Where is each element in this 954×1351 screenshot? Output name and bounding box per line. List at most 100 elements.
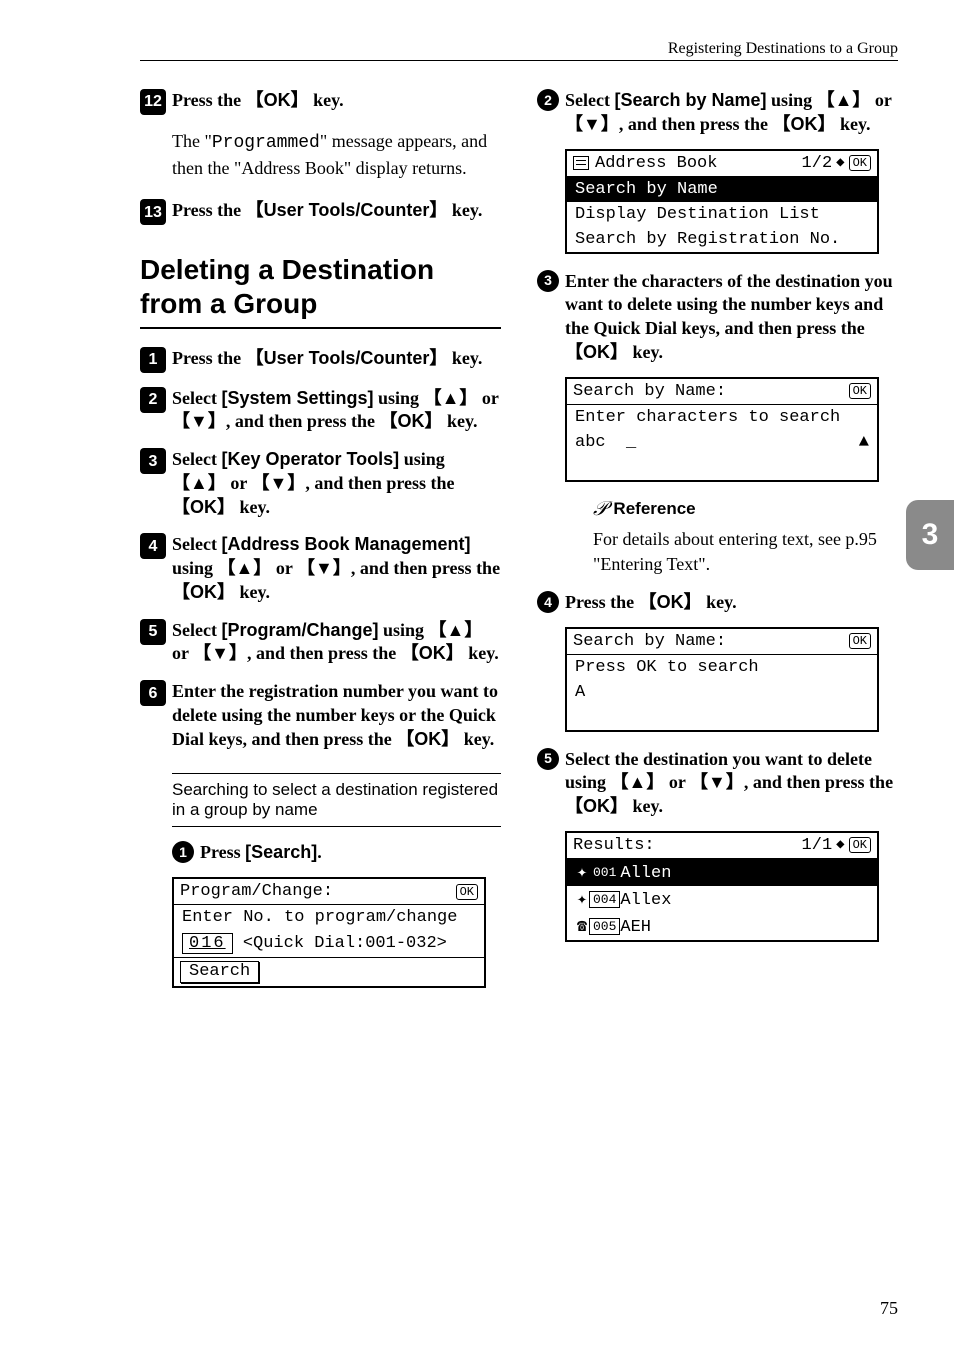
substep-1-text: Press [Search]. (200, 841, 501, 865)
step-4-text: Select [Address Book Management] using 【… (172, 533, 501, 604)
phone-icon: ☎ (575, 916, 589, 937)
lcd-ok-indicator: OK (849, 633, 871, 649)
key-down: ▼ (315, 558, 333, 578)
substep-3-text: Enter the characters of the destination … (565, 270, 898, 365)
lcd-line-2: Press OK to search (567, 655, 877, 680)
lcd-ok-indicator: OK (456, 884, 478, 900)
lcd-header: Address Book 1/2 ◆ OK (567, 151, 877, 177)
t: or (172, 643, 193, 663)
step-6-text: Enter the registration number you want t… (172, 680, 501, 751)
label: [Search] (245, 842, 317, 862)
substep-number-1: 1 (172, 841, 194, 863)
updown-icon: ◆ (836, 838, 844, 852)
t: key. (459, 729, 494, 749)
lcd-value: A (567, 680, 877, 705)
t: Select (565, 90, 614, 110)
substep-3: 3 Enter the characters of the destinatio… (537, 270, 898, 365)
step-number-6: 6 (140, 680, 166, 706)
columns: 12 Press the 【OK】 key. The "Programmed" … (140, 89, 898, 1004)
t: key. (447, 348, 482, 368)
step-5-text: Select [Program/Change] using 【▲】 or 【▼】… (172, 619, 501, 667)
reference-icon: 𝒫 (593, 498, 607, 521)
section-rule (140, 327, 501, 329)
key-ok: OK (264, 90, 291, 110)
t: , and then press the (226, 411, 380, 431)
key-ok: OK (398, 411, 425, 431)
updown-icon: ◆ (836, 156, 844, 170)
result-id: 001 (589, 864, 620, 881)
lcd-ok-indicator: OK (849, 155, 871, 171)
lcd-address-book: Address Book 1/2 ◆ OK Search by Name Dis… (565, 149, 879, 254)
lcd-row[interactable]: Display Destination List (567, 202, 877, 227)
t: key. (464, 643, 499, 663)
lcd-result-row-selected[interactable]: ✦001Allen (567, 859, 877, 886)
t: key. (309, 90, 344, 110)
lcd-row[interactable]: Search by Registration No. (567, 227, 877, 252)
list-icon (573, 156, 589, 170)
t: Press the (172, 200, 246, 220)
t: using (172, 558, 218, 578)
lcd-input-mode: abc (575, 433, 606, 452)
t: or (870, 90, 891, 110)
lcd-result-row[interactable]: ☎005AEH (567, 913, 877, 940)
person-icon: ✦ (575, 889, 589, 910)
lcd-row-selected[interactable]: Search by Name (567, 177, 877, 202)
t: Select (172, 449, 221, 469)
t: Select (172, 388, 221, 408)
key-ok: OK (583, 342, 610, 362)
step-number-12: 12 (140, 89, 166, 115)
substep-number-4: 4 (537, 591, 559, 613)
lcd-input-row: abc _ ▲ (567, 430, 877, 455)
t: the (476, 558, 500, 578)
step-3: 3 Select [Key Operator Tools] using 【▲】 … (140, 448, 501, 519)
label: [Program/Change] (221, 620, 378, 640)
t: , and then press the (305, 473, 454, 493)
person-icon: ✦ (575, 862, 589, 883)
label: [Search by Name] (614, 90, 766, 110)
key-ok: OK (190, 497, 217, 517)
result-name: AEH (620, 918, 651, 937)
t: . (317, 842, 322, 862)
key-down: ▼ (583, 114, 601, 134)
key-up: ▲ (447, 620, 465, 640)
lcd-input-value: 016 (182, 933, 233, 954)
chapter-tab: 3 (906, 500, 954, 570)
step-3-text: Select [Key Operator Tools] using 【▲】 or… (172, 448, 501, 519)
t: The " (172, 131, 212, 151)
t: or (226, 473, 252, 493)
key-usertools: User Tools/Counter (264, 348, 430, 368)
t: key. (702, 592, 737, 612)
key-down: ▼ (190, 411, 208, 431)
step-number-4: 4 (140, 533, 166, 559)
lcd-search-button[interactable]: Search (180, 961, 259, 983)
lcd-line-2: Enter No. to program/change (174, 905, 484, 930)
step-6: 6 Enter the registration number you want… (140, 680, 501, 751)
t: , and then press the (619, 114, 773, 134)
step-4: 4 Select [Address Book Management] using… (140, 533, 501, 604)
t: using (379, 620, 429, 640)
key-up: ▲ (236, 558, 254, 578)
substep-5-text: Select the destination you want to delet… (565, 748, 898, 819)
result-id: 004 (589, 891, 620, 908)
lcd-cursor[interactable]: _ (626, 433, 636, 452)
label: [System Settings] (221, 388, 373, 408)
step-1: 1 Press the 【User Tools/Counter】 key. (140, 347, 501, 373)
step-number-13: 13 (140, 199, 166, 225)
lcd-title: Search by Name: (573, 632, 726, 651)
substep-number-2: 2 (537, 89, 559, 111)
lcd-header: Search by Name: OK (567, 629, 877, 655)
lcd-result-row[interactable]: ✦004Allex (567, 886, 877, 913)
sub-section-title: Searching to select a destination regist… (172, 773, 501, 827)
substep-number-3: 3 (537, 270, 559, 292)
key-up: ▲ (190, 473, 208, 493)
step-12: 12 Press the 【OK】 key. (140, 89, 501, 115)
key-down: ▼ (211, 643, 229, 663)
key-ok: OK (419, 643, 446, 663)
result-name: Allex (620, 891, 671, 910)
t: Select (172, 534, 221, 554)
head-rule (140, 60, 898, 61)
result-name: Allen (620, 864, 671, 883)
reference-heading: 𝒫 Reference (593, 498, 898, 521)
t: key. (628, 342, 663, 362)
step-13: 13 Press the 【User Tools/Counter】 key. (140, 199, 501, 225)
